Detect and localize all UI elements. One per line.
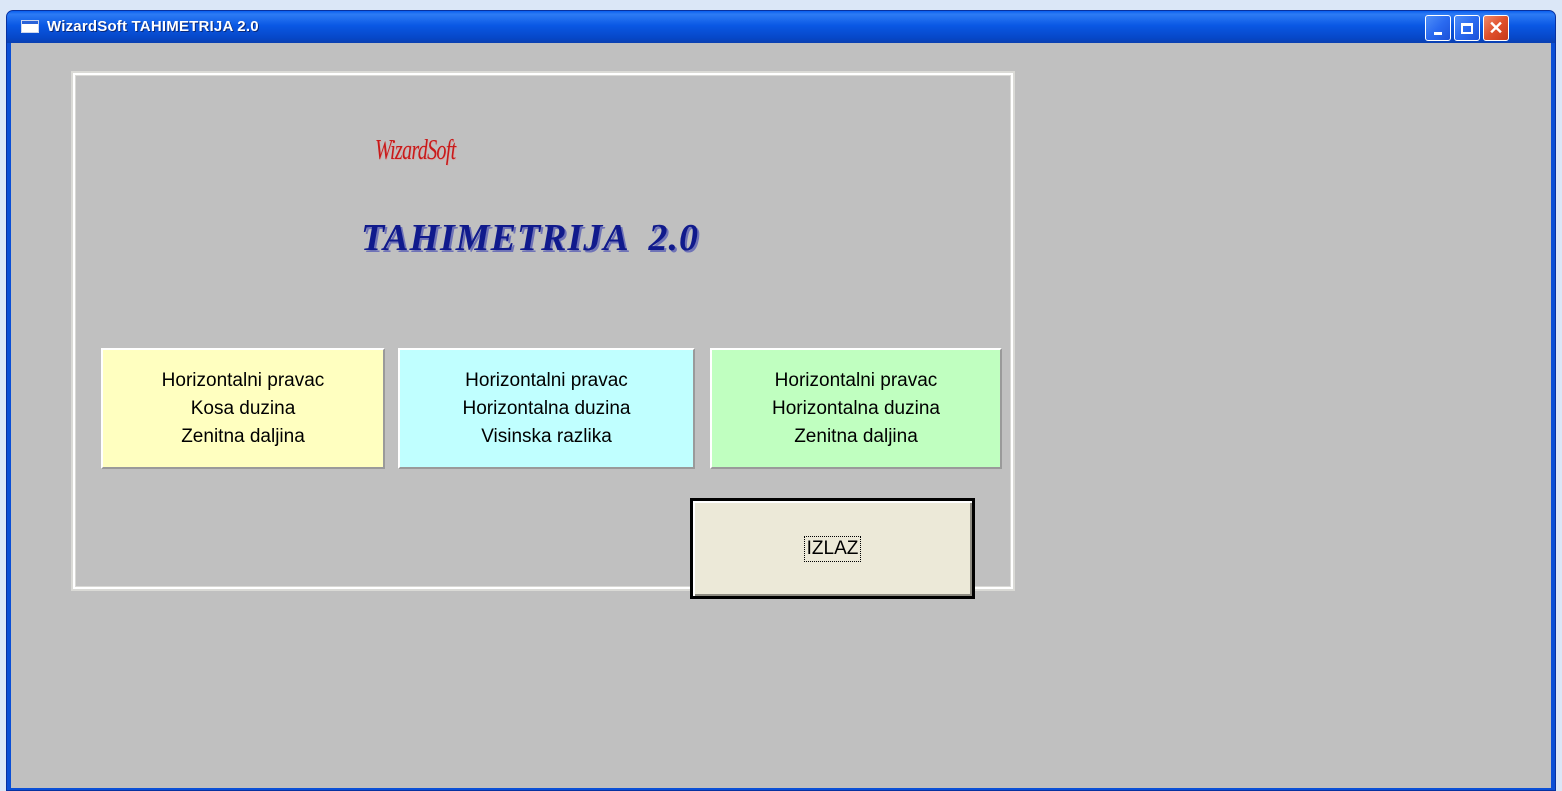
option-line: Horizontalni pravac [465, 369, 628, 391]
option-line: Horizontalni pravac [774, 369, 938, 391]
app-window-icon[interactable] [21, 20, 39, 33]
app-window: WizardSoft TAHIMETRIJA 2.0 ✕ WizardSoft … [6, 10, 1556, 791]
option-line: Zenitna daljina [794, 425, 918, 447]
close-icon: ✕ [1488, 18, 1504, 38]
option-line: Visinska razlika [481, 425, 612, 447]
option-line: Kosa duzina [190, 397, 296, 419]
client-area: WizardSoft TAHIMETRIJA 2.0 Horizontalni … [11, 43, 1551, 788]
product-title: TAHIMETRIJA 2.0 [361, 217, 700, 259]
option-line: Zenitna daljina [181, 425, 305, 447]
option-line: Horizontalna duzina [462, 397, 631, 419]
option-button-visinska-razlika[interactable]: Horizontalni pravac Horizontalna duzina … [398, 348, 695, 469]
exit-button[interactable]: IZLAZ [690, 498, 975, 599]
option-line: Horizontalni pravac [161, 369, 325, 391]
minimize-icon [1434, 31, 1442, 35]
maximize-icon [1461, 22, 1473, 34]
option-line: Horizontalna duzina [772, 397, 940, 419]
exit-button-label: IZLAZ [803, 535, 862, 562]
option-button-zenitna-daljina[interactable]: Horizontalni pravac Horizontalna duzina … [710, 348, 1002, 469]
option-button-kosa-duzina[interactable]: Horizontalni pravac Kosa duzina Zenitna … [101, 348, 385, 469]
close-button[interactable]: ✕ [1483, 15, 1509, 41]
window-title: WizardSoft TAHIMETRIJA 2.0 [47, 18, 259, 35]
company-logo-text: WizardSoft [375, 135, 456, 166]
title-bar[interactable]: WizardSoft TAHIMETRIJA 2.0 ✕ [7, 11, 1555, 43]
minimize-button[interactable] [1425, 15, 1451, 41]
maximize-button[interactable] [1454, 15, 1480, 41]
